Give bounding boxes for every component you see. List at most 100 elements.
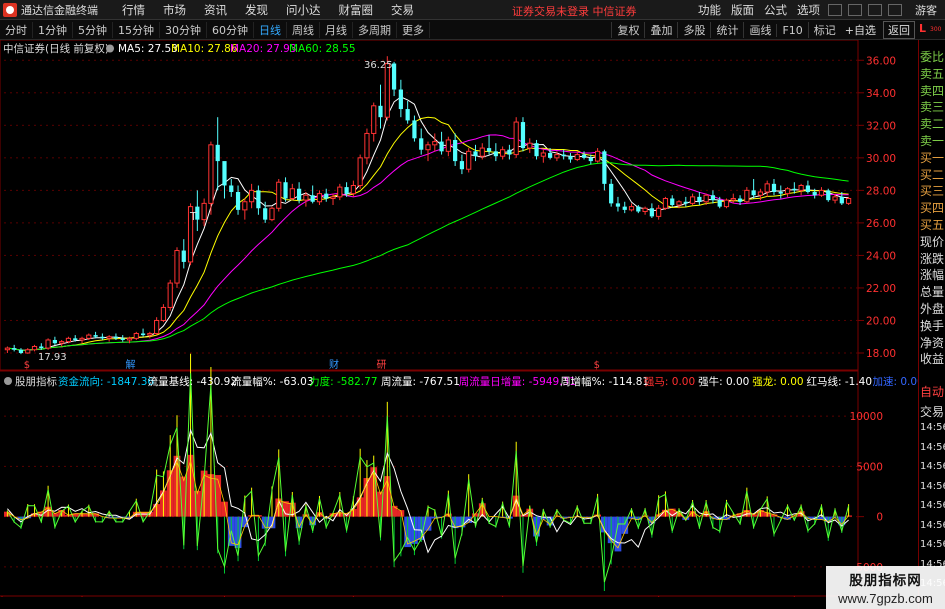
candle-body-down: [181, 250, 186, 262]
menu-layout[interactable]: 版面: [726, 2, 759, 18]
candle-body-up: [642, 207, 648, 213]
candle-body-up: [466, 150, 472, 170]
side-tab-3[interactable]: 卖三: [919, 98, 945, 115]
login-warning[interactable]: 证券交易未登录 中信证券: [512, 3, 637, 19]
candle-body-up: [276, 181, 282, 209]
event-markers: $ 解 财 研 $: [24, 358, 600, 371]
period-15min[interactable]: 15分钟: [113, 21, 160, 38]
candle-body-down: [771, 183, 777, 192]
period-more[interactable]: 更多: [397, 21, 430, 38]
side-tab-5[interactable]: 卖一: [919, 132, 945, 149]
candle-body-up: [86, 334, 92, 339]
side-tab-0[interactable]: 委比: [919, 48, 945, 65]
menu-discover[interactable]: 发现: [236, 2, 277, 18]
tool-stats[interactable]: 统计: [710, 22, 743, 38]
side-tab-10[interactable]: 买五: [919, 216, 945, 233]
candle-body-down: [710, 195, 716, 201]
moving-average-lines: [7, 96, 849, 351]
add-favorite-button[interactable]: +自选: [841, 22, 880, 38]
candle-body-down: [140, 333, 146, 336]
side-tab-17[interactable]: 净资: [919, 334, 945, 351]
menu-options[interactable]: 选项: [792, 2, 825, 18]
side-tab-13[interactable]: 涨幅: [919, 266, 945, 283]
indicator-value: 周流量日增量: -5949.31: [459, 375, 576, 388]
indicator-value: 强龙: 0.00: [752, 375, 803, 388]
side-bottom-tab-1[interactable]: 交易: [919, 403, 945, 420]
price-label: 28.00: [866, 185, 896, 197]
price-label: 18.00: [866, 348, 896, 360]
menu-wealth[interactable]: 财富圈: [330, 2, 383, 18]
side-bottom-tab-0[interactable]: 自动: [919, 383, 945, 400]
side-tab-9[interactable]: 买四: [919, 199, 945, 216]
period-30min[interactable]: 30分钟: [160, 21, 207, 38]
period-multi[interactable]: 多周期: [353, 21, 397, 38]
menu-formula[interactable]: 公式: [759, 2, 792, 18]
maximize-icon[interactable]: [868, 4, 882, 16]
side-bottom-tab-2[interactable]: 14:56: [919, 422, 945, 439]
indicator-value: 红马线: -1.40: [807, 375, 873, 388]
candle-body-down: [378, 105, 383, 118]
side-tab-7[interactable]: 买二: [919, 166, 945, 183]
side-tab-18[interactable]: 收益: [919, 350, 945, 367]
window-mode-icon[interactable]: [828, 4, 842, 16]
side-tab-1[interactable]: 卖五: [919, 65, 945, 82]
tool-overlay[interactable]: 叠加: [644, 22, 677, 38]
minimize-icon[interactable]: [848, 4, 862, 16]
indicator-value: 加速: 0.00: [873, 376, 919, 388]
tool-draw[interactable]: 画线: [743, 22, 776, 38]
candle-body-up: [59, 341, 65, 344]
guest-user[interactable]: 游客: [915, 2, 937, 18]
side-tab-4[interactable]: 卖二: [919, 115, 945, 132]
tool-adjust[interactable]: 复权: [611, 22, 644, 38]
back-button[interactable]: 返回: [883, 21, 915, 39]
close-window-icon[interactable]: [888, 4, 902, 16]
indicator-label: 0: [876, 512, 883, 524]
side-tab-11[interactable]: 现价: [919, 233, 945, 250]
menu-markets[interactable]: 市场: [154, 2, 195, 18]
candle-body-down: [670, 198, 675, 205]
candle-body-up: [689, 196, 696, 204]
side-bottom-tab-4[interactable]: 14:56: [919, 461, 945, 478]
menu-trade[interactable]: 交易: [382, 2, 423, 18]
side-tab-6[interactable]: 买一: [919, 149, 945, 166]
period-weekly[interactable]: 周线: [287, 21, 320, 38]
side-bottom-tab-6[interactable]: 14:56: [919, 500, 945, 517]
price-label: 20.00: [866, 315, 896, 327]
candle-body-down: [39, 346, 44, 349]
settings-icon[interactable]: [106, 44, 114, 53]
period-daily[interactable]: 日线: [254, 21, 287, 38]
side-tab-12[interactable]: 涨跌: [919, 250, 945, 267]
price-label: 34.00: [866, 88, 896, 100]
period-5min[interactable]: 5分钟: [73, 21, 113, 38]
menu-news[interactable]: 资讯: [195, 2, 236, 18]
side-bottom-tab-8[interactable]: 14:56: [919, 539, 945, 556]
tool-mark[interactable]: 标记: [807, 22, 841, 38]
period-monthly[interactable]: 月线: [320, 21, 353, 38]
menu-market[interactable]: 行情: [113, 2, 154, 18]
tool-multi-stock[interactable]: 多股: [677, 22, 710, 38]
side-tab-8[interactable]: 买三: [919, 182, 945, 199]
candle-body-down: [683, 201, 688, 204]
candle-body-up: [31, 345, 38, 351]
candle-body-up: [479, 147, 485, 157]
candle-body-down: [588, 157, 593, 162]
side-tab-2[interactable]: 卖四: [919, 82, 945, 99]
menu-function[interactable]: 功能: [693, 2, 726, 18]
ma60-line: [7, 162, 849, 351]
side-tab-14[interactable]: 总量: [919, 283, 945, 300]
chart-canvas[interactable]: 36.00 34.00 32.00 30.00 28.00 26.00 24.00 22.00…: [0, 40, 918, 609]
tool-f10[interactable]: F10: [776, 23, 807, 37]
menu-ask[interactable]: 问小达: [277, 2, 330, 18]
indicator-settings-icon[interactable]: [4, 377, 12, 385]
side-bottom-tab-7[interactable]: 14:56: [919, 520, 945, 537]
period-intraday[interactable]: 分时: [0, 21, 33, 38]
period-60min[interactable]: 60分钟: [207, 21, 254, 38]
side-tab-15[interactable]: 外盘: [919, 300, 945, 317]
candle-body-up: [330, 196, 336, 199]
side-tab-16[interactable]: 换手: [919, 317, 945, 334]
candle-body-down: [453, 139, 458, 162]
side-bottom-tab-3[interactable]: 14:56: [919, 442, 945, 459]
period-1min[interactable]: 1分钟: [33, 21, 73, 38]
candle-body-up: [154, 319, 160, 334]
side-bottom-tab-5[interactable]: 14:56: [919, 481, 945, 498]
